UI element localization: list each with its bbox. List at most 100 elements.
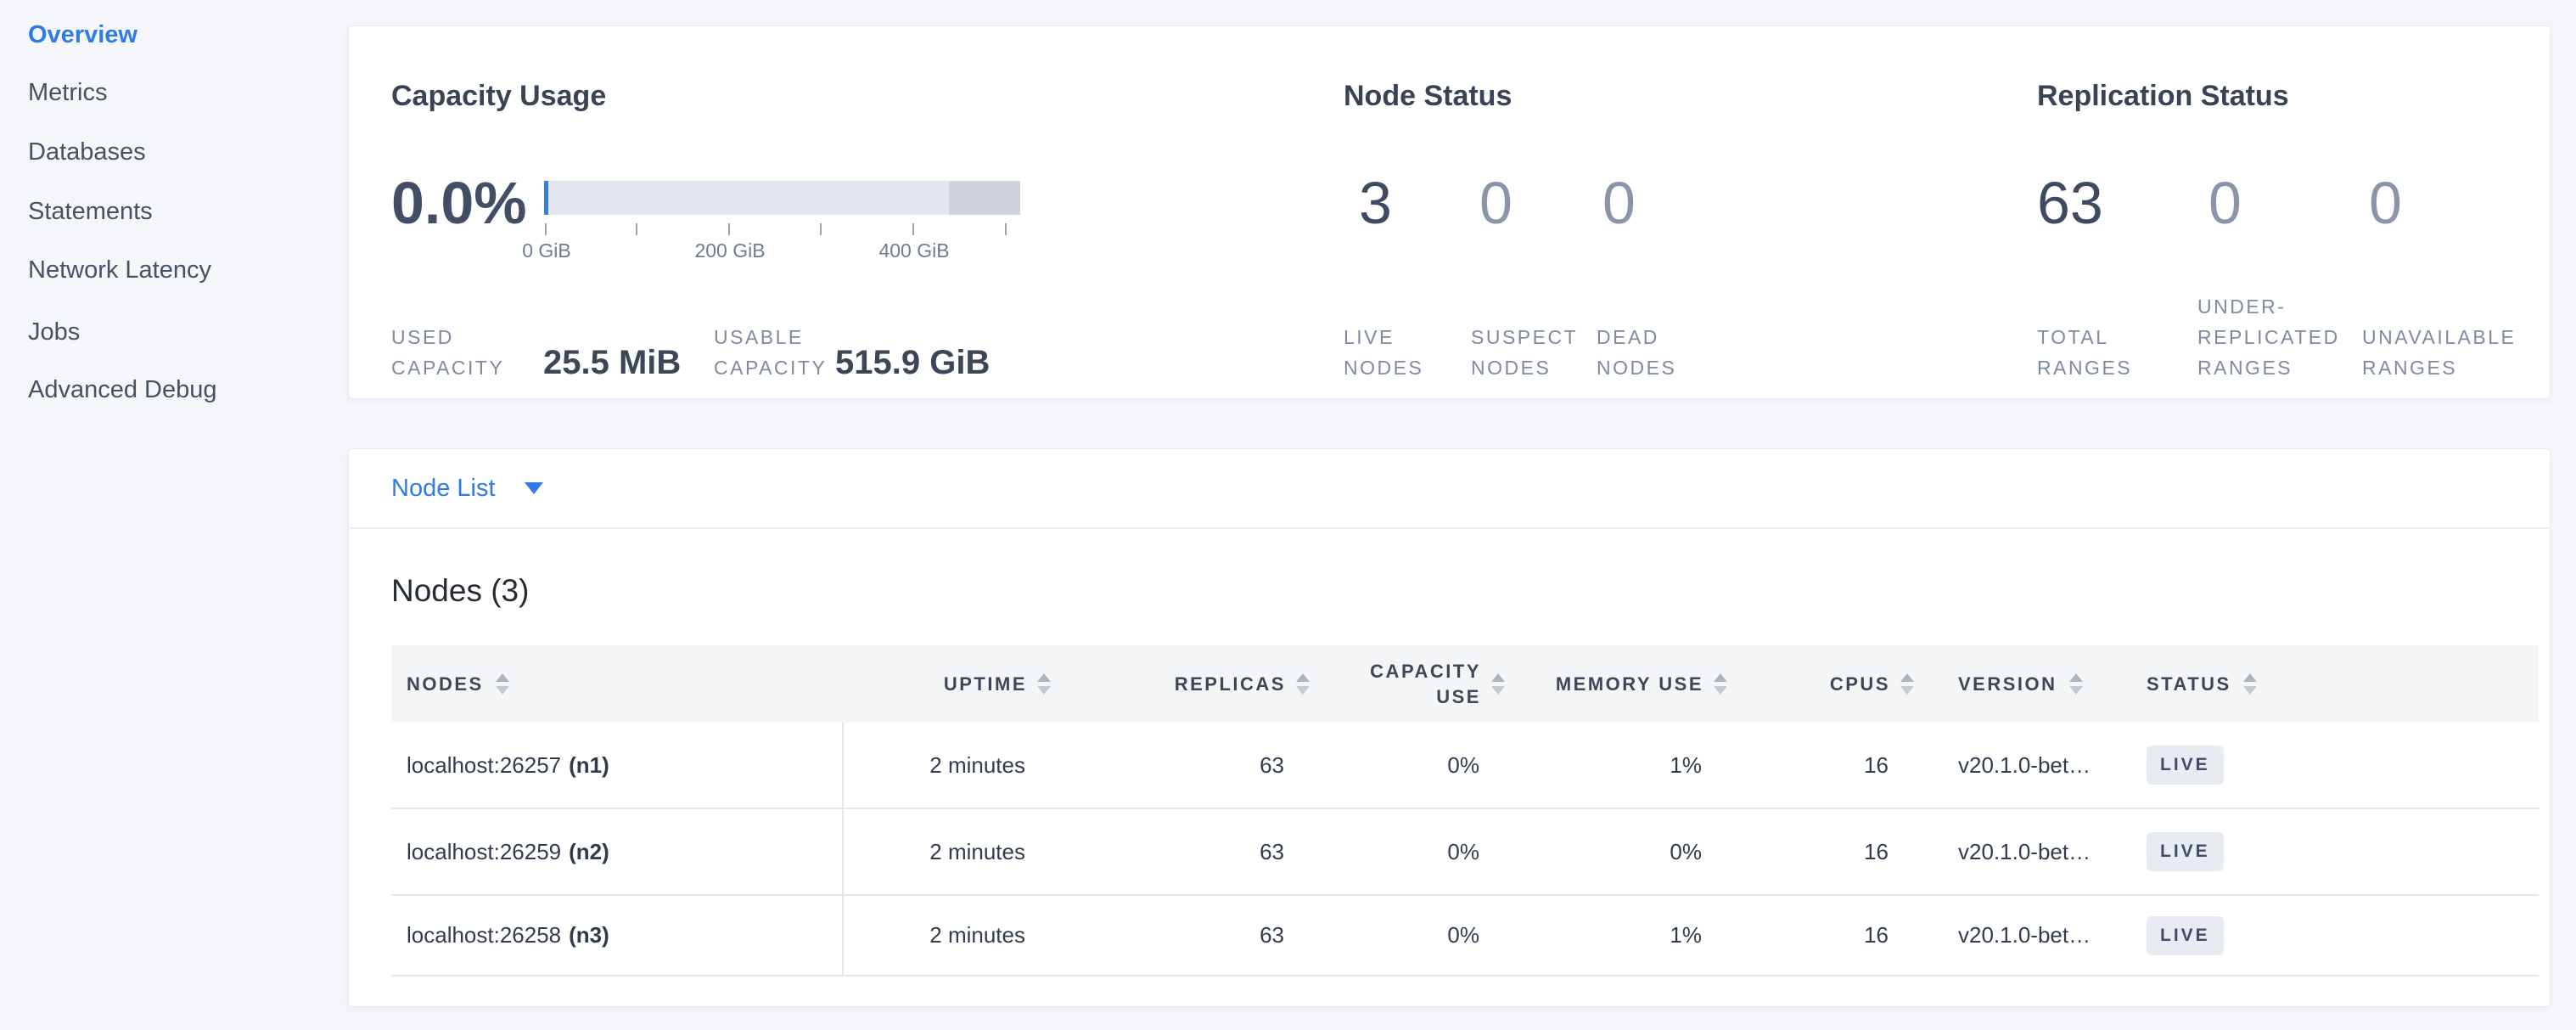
- node-address: localhost:26257: [407, 752, 561, 779]
- suspect-nodes-count: 0: [1479, 171, 1602, 235]
- uptime-cell: 2 minutes: [844, 723, 1039, 808]
- status-badge: LIVE: [2147, 916, 2224, 955]
- node-address: localhost:26258: [407, 922, 561, 948]
- capacity-stats: USED CAPACITY 25.5 MiB USABLE CAPACITY 5…: [391, 281, 990, 383]
- capacity-use-cell: 0%: [1298, 896, 1493, 975]
- under-replicated-ranges-label: UNDER-REPLICATED RANGES: [2197, 291, 2362, 383]
- capacity-axis-ticks: [544, 223, 1020, 235]
- unavailable-ranges-count: 0: [2369, 171, 2402, 235]
- column-header-cpus-label: CPUS: [1830, 673, 1890, 695]
- nodes-table: NODES UPTIME REPLICAS CAPACITY USE MEMOR…: [391, 645, 2539, 977]
- capacity-use-cell: 0%: [1298, 809, 1493, 894]
- memory-use-cell: 0%: [1493, 809, 1715, 894]
- uptime-cell: 2 minutes: [844, 896, 1039, 975]
- node-list-dropdown-label[interactable]: Node List: [391, 475, 496, 503]
- axis-label-0gib: 0 GiB: [522, 239, 571, 262]
- node-address-cell[interactable]: localhost:26259 (n2): [391, 809, 844, 894]
- dead-nodes-count: 0: [1602, 171, 1636, 235]
- used-capacity-value: 25.5 MiB: [543, 344, 714, 381]
- live-nodes-label: LIVE NODES: [1344, 322, 1471, 383]
- node-id: (n3): [569, 922, 609, 948]
- column-header-nodes-label: NODES: [407, 673, 484, 695]
- column-header-status-label: STATUS: [2147, 673, 2231, 695]
- memory-use-cell: 1%: [1493, 896, 1715, 975]
- live-nodes-count: 3: [1359, 171, 1479, 235]
- table-row-node-n3[interactable]: localhost:26258 (n3) 2 minutes 63 0% 1% …: [391, 896, 2539, 977]
- axis-label-400gib: 400 GiB: [878, 239, 949, 262]
- column-header-uptime-label: UPTIME: [944, 673, 1027, 695]
- node-status-title: Node Status: [1344, 80, 1512, 113]
- capacity-bar-chart: 0 GiB 200 GiB 400 GiB: [544, 181, 1020, 265]
- under-replicated-ranges-count: 0: [2208, 171, 2369, 235]
- version-cell: v20.1.0-bet…: [1902, 723, 2141, 808]
- cluster-overview-card: Capacity Usage 0.0% 0 GiB 200 GiB 400 Gi…: [348, 25, 2551, 399]
- nodes-section-title: Nodes (3): [391, 573, 529, 609]
- sidebar-item-metrics[interactable]: Metrics: [28, 79, 107, 107]
- total-ranges-count: 63: [2037, 171, 2208, 235]
- axis-label-200gib: 200 GiB: [694, 239, 765, 262]
- node-list-view-dropdown[interactable]: Node List: [349, 449, 2550, 529]
- version-cell: v20.1.0-bet…: [1902, 809, 2141, 894]
- chevron-down-icon: [525, 482, 543, 494]
- column-header-status[interactable]: STATUS: [2141, 645, 2539, 723]
- uptime-cell: 2 minutes: [844, 809, 1039, 894]
- column-header-version-label: VERSION: [1958, 673, 2057, 695]
- unavailable-ranges-label: UNAVAILABLE RANGES: [2362, 322, 2540, 383]
- column-header-version[interactable]: VERSION: [1902, 645, 2141, 723]
- node-list-card: Node List Nodes (3) NODES UPTIME REPLICA…: [348, 448, 2551, 1007]
- column-header-memory-use[interactable]: MEMORY USE: [1493, 645, 1715, 723]
- node-address-cell[interactable]: localhost:26257 (n1): [391, 723, 844, 808]
- sidebar-item-overview[interactable]: Overview: [28, 21, 137, 49]
- replication-status-section: Replication Status 63 0 0 TOTAL RANGES U…: [2037, 26, 2551, 398]
- capacity-axis-labels: 0 GiB 200 GiB 400 GiB: [544, 239, 1020, 265]
- sidebar-item-jobs[interactable]: Jobs: [28, 318, 80, 346]
- status-badge: LIVE: [2147, 746, 2224, 785]
- sort-icon[interactable]: [496, 673, 509, 695]
- usable-capacity-label: USABLE CAPACITY: [714, 322, 835, 383]
- nodes-table-header-row: NODES UPTIME REPLICAS CAPACITY USE MEMOR…: [391, 645, 2539, 723]
- capacity-use-cell: 0%: [1298, 723, 1493, 808]
- node-address-cell[interactable]: localhost:26258 (n3): [391, 896, 844, 975]
- capacity-used-percent: 0.0%: [391, 171, 527, 235]
- cpus-cell: 16: [1715, 896, 1902, 975]
- replication-status-title: Replication Status: [2037, 80, 2289, 113]
- status-cell: LIVE: [2141, 723, 2539, 808]
- capacity-bar-usable-segment: [544, 181, 949, 215]
- used-capacity-label: USED CAPACITY: [391, 322, 543, 383]
- sidebar-item-advanced-debug[interactable]: Advanced Debug: [28, 376, 217, 404]
- sort-icon[interactable]: [2243, 673, 2257, 695]
- column-header-replicas-label: REPLICAS: [1175, 673, 1286, 695]
- column-header-memory-use-label: MEMORY USE: [1556, 673, 1703, 695]
- cpus-cell: 16: [1715, 723, 1902, 808]
- version-cell: v20.1.0-bet…: [1902, 896, 2141, 975]
- column-header-capacity-use[interactable]: CAPACITY USE: [1298, 645, 1493, 723]
- dead-nodes-label: DEAD NODES: [1597, 322, 1715, 383]
- status-cell: LIVE: [2141, 896, 2539, 975]
- status-badge: LIVE: [2147, 832, 2224, 871]
- sort-icon[interactable]: [2069, 673, 2083, 695]
- replicas-cell: 63: [1039, 723, 1298, 808]
- total-ranges-label: TOTAL RANGES: [2037, 322, 2197, 383]
- column-header-nodes[interactable]: NODES: [391, 645, 844, 723]
- capacity-bar-used-segment: [544, 181, 548, 215]
- column-header-uptime[interactable]: UPTIME: [844, 645, 1039, 723]
- column-header-capacity-use-label: CAPACITY USE: [1361, 659, 1481, 710]
- capacity-usage-title: Capacity Usage: [391, 80, 606, 113]
- memory-use-cell: 1%: [1493, 723, 1715, 808]
- node-status-section: Node Status 3 0 0 LIVE NODES SUSPECT NOD…: [1344, 26, 1887, 398]
- replicas-cell: 63: [1039, 896, 1298, 975]
- status-cell: LIVE: [2141, 809, 2539, 894]
- column-header-replicas[interactable]: REPLICAS: [1039, 645, 1298, 723]
- table-row-node-n1[interactable]: localhost:26257 (n1) 2 minutes 63 0% 1% …: [391, 723, 2539, 809]
- sidebar-item-databases[interactable]: Databases: [28, 138, 146, 166]
- suspect-nodes-label: SUSPECT NODES: [1471, 322, 1597, 383]
- capacity-usage-section: Capacity Usage 0.0% 0 GiB 200 GiB 400 Gi…: [391, 26, 1070, 398]
- table-row-node-n2[interactable]: localhost:26259 (n2) 2 minutes 63 0% 0% …: [391, 809, 2539, 896]
- sidebar-item-network-latency[interactable]: Network Latency: [28, 256, 211, 284]
- column-header-cpus[interactable]: CPUS: [1715, 645, 1902, 723]
- node-id: (n2): [569, 839, 609, 865]
- usable-capacity-value: 515.9 GiB: [835, 344, 990, 381]
- sidebar-item-statements[interactable]: Statements: [28, 198, 153, 226]
- node-id: (n1): [569, 752, 609, 779]
- node-address: localhost:26259: [407, 839, 561, 865]
